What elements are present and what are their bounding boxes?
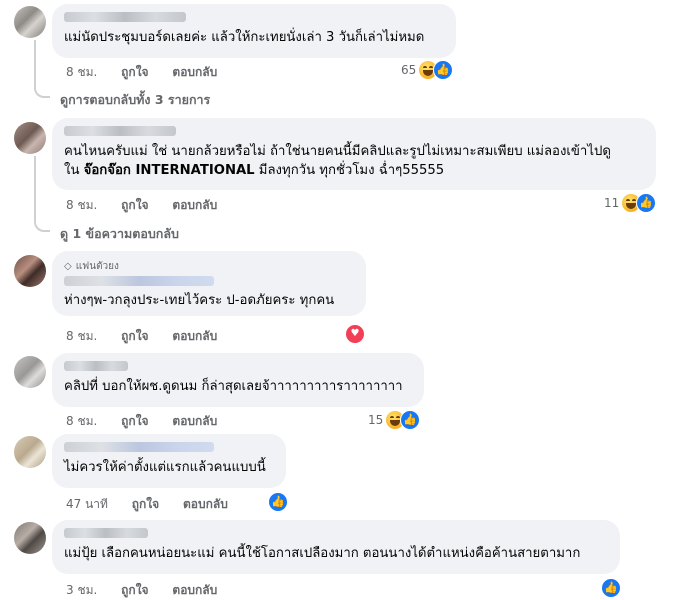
reply-thread-line — [34, 156, 50, 232]
commenter-name[interactable] — [64, 442, 214, 452]
reaction-count: 15 — [368, 413, 384, 427]
comment-bubble: แม่ปุ้ย เลือกคนหน่อยนะแม่ คนนี้ใช้โอกาสเ… — [52, 520, 620, 574]
commenter-name[interactable] — [64, 12, 186, 22]
comment-actions: 8 ชม. ถูกใจ ตอบกลับ — [66, 196, 237, 215]
comment-timestamp[interactable]: 8 ชม. — [66, 198, 97, 212]
love-icon: ♥ — [345, 324, 365, 344]
comment-text: แม่นัดประชุมบอร์ดเลยค่ะ แล้วให้กะเทยนั่ง… — [64, 30, 425, 45]
avatar[interactable] — [14, 255, 46, 287]
comment-text: ไม่ควรให้ค่าตั้งแต่แรกแล้วคนแบบนี้ — [64, 460, 266, 475]
reply-button[interactable]: ตอบกลับ — [172, 329, 217, 343]
avatar[interactable] — [14, 436, 46, 468]
comment-bubble: แม่นัดประชุมบอร์ดเลยค่ะ แล้วให้กะเทยนั่ง… — [52, 4, 456, 58]
diamond-icon: ◇ — [64, 261, 72, 272]
comment-bubble: คนไหนครับแม่ ใช่ นายกล้วยหรือไม่ ถ้าใช่น… — [52, 118, 656, 190]
reaction-summary[interactable]: ♥ — [345, 324, 365, 344]
like-button[interactable]: ถูกใจ — [132, 497, 159, 511]
like-button[interactable]: ถูกใจ — [121, 583, 148, 597]
comment-bubble: ไม่ควรให้ค่าตั้งแต่แรกแล้วคนแบบนี้ — [52, 434, 286, 488]
commenter-name[interactable] — [64, 528, 148, 538]
comment-text: ห่างๆพ-วกลุงประ-เทยไว้คระ ป-อดภัยคระ ทุก… — [64, 293, 335, 308]
avatar[interactable] — [14, 356, 46, 388]
like-button[interactable]: ถูกใจ — [121, 65, 148, 79]
like-button[interactable]: ถูกใจ — [121, 198, 148, 212]
reply-button[interactable]: ตอบกลับ — [172, 414, 217, 428]
comment-text-line1: คนไหนครับแม่ ใช่ นายกล้วยหรือไม่ ถ้าใช่น… — [64, 144, 611, 159]
comment-actions: 3 ชม. ถูกใจ ตอบกลับ — [66, 581, 237, 600]
like-icon: 👍 — [636, 193, 657, 213]
comment-timestamp[interactable]: 3 ชม. — [66, 583, 97, 597]
comment-bubble: ◇ แฟนตัวยง ห่างๆพ-วกลุงประ-เทยไว้คระ ป-อ… — [52, 251, 366, 316]
comment-timestamp[interactable]: 8 ชม. — [66, 65, 97, 79]
comment-text-suffix: มีลงทุกวัน ทุกชั่วโมง ฉ่ำๆ55555 — [254, 163, 445, 178]
reaction-summary[interactable]: 👍 — [601, 578, 621, 598]
avatar[interactable] — [14, 6, 46, 38]
reply-button[interactable]: ตอบกลับ — [172, 65, 217, 79]
top-fan-label: แฟนตัวยง — [75, 261, 119, 272]
like-button[interactable]: ถูกใจ — [121, 414, 148, 428]
comment-actions: 8 ชม. ถูกใจ ตอบกลับ — [66, 327, 237, 346]
comment-bubble: คลิปที่ บอกให้ผช.ดูดนม ก็ล่าสุดเลยจ้าาาา… — [52, 353, 424, 407]
reaction-count: 11 — [604, 196, 620, 210]
like-icon: 👍 — [268, 492, 288, 512]
like-button[interactable]: ถูกใจ — [121, 329, 148, 343]
reaction-summary[interactable]: 65 👍 — [401, 60, 454, 80]
top-fan-badge[interactable]: ◇ แฟนตัวยง — [64, 259, 354, 274]
comment-actions: 8 ชม. ถูกใจ ตอบกลับ — [66, 63, 237, 82]
reaction-count: 65 — [401, 63, 417, 77]
reply-button[interactable]: ตอบกลับ — [183, 497, 228, 511]
avatar[interactable] — [14, 122, 46, 154]
like-icon: 👍 — [433, 60, 454, 80]
comment-text-line2: ใน จ๊อกจ๊อก INTERNATIONAL มีลงทุกวัน ทุก… — [64, 161, 644, 180]
mentioned-page-link[interactable]: จ๊อกจ๊อก INTERNATIONAL — [84, 163, 255, 178]
comment-timestamp[interactable]: 8 ชม. — [66, 329, 97, 343]
reply-thread-line — [34, 40, 50, 98]
view-replies-link[interactable]: ดู 1 ข้อความตอบกลับ — [60, 224, 179, 244]
view-replies-link[interactable]: ดูการตอบกลับทั้ง 3 รายการ — [60, 90, 210, 110]
avatar[interactable] — [14, 522, 46, 554]
reaction-summary[interactable]: 👍 — [268, 492, 288, 512]
commenter-name[interactable] — [64, 361, 128, 371]
comment-text-prefix: ใน — [64, 163, 84, 178]
comment-text: แม่ปุ้ย เลือกคนหน่อยนะแม่ คนนี้ใช้โอกาสเ… — [64, 546, 581, 561]
reply-button[interactable]: ตอบกลับ — [172, 583, 217, 597]
comment-text: คลิปที่ บอกให้ผช.ดูดนม ก็ล่าสุดเลยจ้าาาา… — [64, 379, 403, 394]
comment-timestamp[interactable]: 47 นาที — [66, 497, 108, 511]
comment-timestamp[interactable]: 8 ชม. — [66, 414, 97, 428]
reply-button[interactable]: ตอบกลับ — [172, 198, 217, 212]
commenter-name[interactable] — [64, 276, 214, 286]
comment-actions: 47 นาที ถูกใจ ตอบกลับ — [66, 495, 248, 514]
reaction-summary[interactable]: 15 👍 — [368, 410, 421, 430]
like-icon: 👍 — [400, 410, 421, 430]
comment-actions: 8 ชม. ถูกใจ ตอบกลับ — [66, 412, 237, 431]
like-icon: 👍 — [601, 578, 621, 598]
reaction-summary[interactable]: 11 👍 — [604, 193, 657, 213]
commenter-name[interactable] — [64, 126, 176, 136]
